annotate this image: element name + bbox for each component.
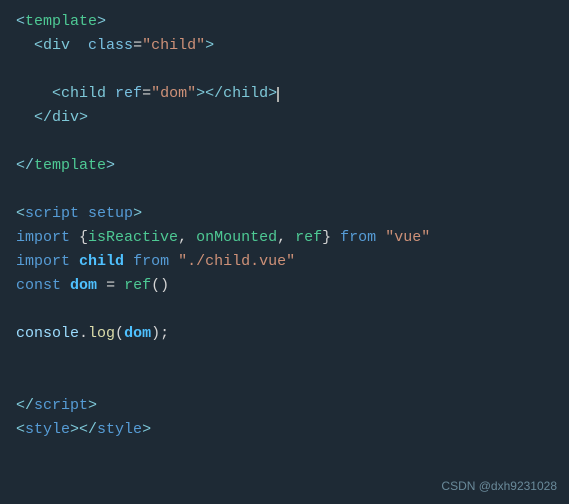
line-1: <template> [16, 10, 553, 34]
code-editor: <template> <div class="child"> <child re… [0, 0, 569, 504]
line-4: <child ref="dom"></child> [52, 82, 553, 106]
line-3 [16, 58, 553, 82]
line-6 [16, 130, 553, 154]
line-2: <div class="child"> [34, 34, 553, 58]
line-5: </div> [34, 106, 553, 130]
tag-template: template [25, 13, 97, 30]
line-15 [16, 346, 553, 370]
line-14: console.log(dom); [16, 322, 553, 346]
line-12: const dom = ref() [16, 274, 553, 298]
line-9: <script setup> [16, 202, 553, 226]
line-7: </template> [16, 154, 553, 178]
angle-close: > [97, 13, 106, 30]
line-10: import {isReactive, onMounted, ref} from… [16, 226, 553, 250]
angle-open: < [16, 13, 25, 30]
watermark: CSDN @dxh9231028 [441, 477, 557, 496]
line-17: </script> [16, 394, 553, 418]
line-8 [16, 178, 553, 202]
line-16 [16, 370, 553, 394]
line-11: import child from "./child.vue" [16, 250, 553, 274]
line-18: <style></style> [16, 418, 553, 442]
line-13 [16, 298, 553, 322]
